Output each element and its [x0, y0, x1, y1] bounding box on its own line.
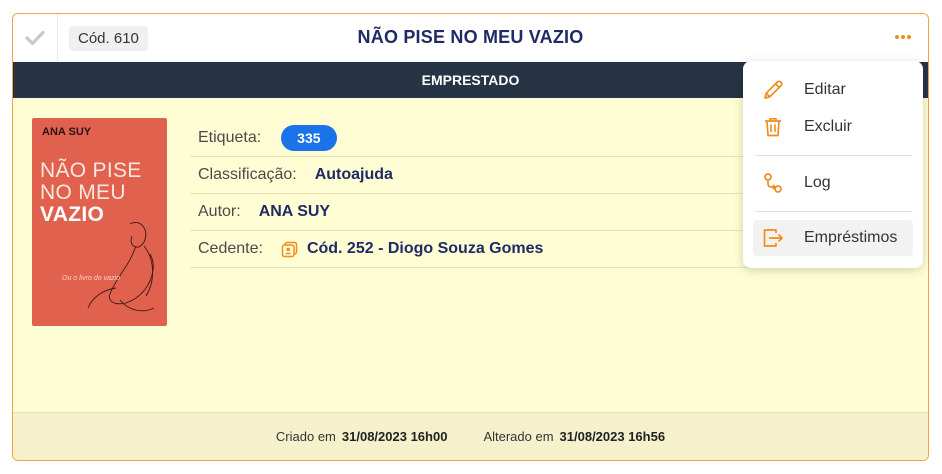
classificacao-label: Classificação:	[198, 166, 297, 183]
menu-item-loans[interactable]: Empréstimos	[753, 220, 913, 256]
etiqueta-label: Etiqueta:	[198, 129, 262, 146]
menu-divider	[755, 211, 912, 212]
autor-label: Autor:	[198, 203, 241, 220]
more-options-icon[interactable]	[892, 26, 914, 48]
cover-illustration	[87, 222, 155, 312]
created-label: Criado em	[275, 429, 336, 444]
git-compare-icon	[762, 172, 784, 194]
check-icon	[25, 30, 45, 46]
created-value: 31/08/2023 16h00	[341, 429, 448, 444]
cedente-link[interactable]: Cód. 252 - Diogo Souza Gomes	[307, 240, 543, 258]
etiqueta-row: Etiqueta: 335	[190, 120, 750, 157]
trash-icon	[762, 116, 784, 138]
menu-item-delete-label: Excluir	[804, 118, 853, 135]
user-badge-icon	[281, 241, 298, 258]
book-cover-image: ANA SUY NÃO PISE NO MEU VAZIO Ou o livro…	[32, 118, 167, 326]
menu-item-edit[interactable]: Editar	[753, 72, 913, 108]
details-list: Etiqueta: 335 Classificação: Autoajuda A…	[190, 120, 750, 268]
code-badge: Cód. 610	[69, 25, 148, 51]
menu-item-edit-label: Editar	[804, 81, 846, 98]
select-checkbox[interactable]	[13, 14, 58, 62]
menu-item-log-label: Log	[804, 174, 831, 191]
options-dropdown-menu: Editar Excluir Log Empréstimos	[743, 61, 923, 268]
cedente-row: Cedente: Cód. 252 - Diogo Souza Gomes	[190, 231, 750, 268]
updated-value: 31/08/2023 16h56	[559, 429, 666, 444]
export-icon	[762, 227, 784, 249]
cover-subtitle: Ou o livro do vazio	[62, 275, 120, 282]
menu-item-delete[interactable]: Excluir	[753, 109, 913, 145]
card-header: Cód. 610 NÃO PISE NO MEU VAZIO	[13, 14, 928, 62]
menu-item-log[interactable]: Log	[753, 165, 913, 201]
cedente-label: Cedente:	[198, 240, 263, 257]
book-title: NÃO PISE NO MEU VAZIO	[357, 27, 584, 47]
updated-label: Alterado em	[483, 429, 554, 444]
menu-item-loans-label: Empréstimos	[804, 229, 898, 246]
menu-divider	[755, 155, 912, 156]
classificacao-value: Autoajuda	[314, 166, 393, 183]
pencil-icon	[762, 79, 784, 101]
autor-value: ANA SUY	[258, 203, 331, 220]
autor-row: Autor: ANA SUY	[190, 194, 750, 231]
etiqueta-badge: 335	[281, 125, 337, 151]
card-footer: Criado em 31/08/2023 16h00 Alterado em 3…	[13, 412, 928, 460]
classificacao-row: Classificação: Autoajuda	[190, 157, 750, 194]
